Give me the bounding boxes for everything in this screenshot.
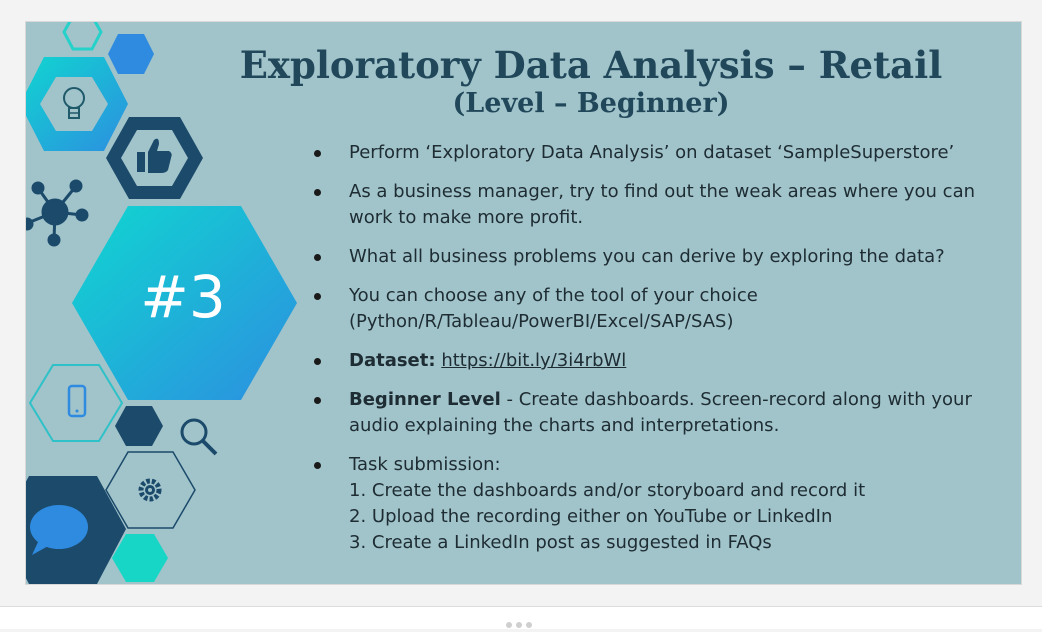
slide-navigation-bar xyxy=(0,606,1042,629)
hex-number: #3 xyxy=(140,263,226,331)
task-step: 1. Create the dashboards and/or storyboa… xyxy=(349,480,866,501)
chat-bubble-icon xyxy=(26,476,126,584)
teal-hexagon-bottom xyxy=(112,534,168,582)
bullet-text: You can choose any of the tool of your c… xyxy=(349,285,758,332)
task-submission-heading: Task submission: xyxy=(349,454,501,475)
magnifier-icon xyxy=(180,418,218,456)
task-step: 2. Upload the recording either on YouTub… xyxy=(349,506,833,527)
small-navy-hexagon xyxy=(115,406,163,446)
list-item: What all business problems you can deriv… xyxy=(314,244,1004,270)
bullet-text: Perform ‘Exploratory Data Analysis’ on d… xyxy=(349,142,955,163)
slide-title: Exploratory Data Analysis – Retail xyxy=(239,43,943,87)
more-options-icon[interactable] xyxy=(506,613,536,632)
task-step: 3. Create a LinkedIn post as suggested i… xyxy=(349,532,772,553)
bullet-text: As a business manager, try to find out t… xyxy=(349,181,976,228)
beginner-level-label: Beginner Level xyxy=(349,389,501,410)
list-item: Task submission: 1. Create the dashboard… xyxy=(314,452,1004,556)
list-item: Beginner Level - Create dashboards. Scre… xyxy=(314,387,1004,439)
gear-icon xyxy=(105,451,196,529)
smartphone-icon xyxy=(28,364,124,442)
list-item: Dataset: https://bit.ly/3i4rbWl xyxy=(314,348,1004,374)
dataset-label: Dataset: xyxy=(349,350,436,371)
dataset-link[interactable]: https://bit.ly/3i4rbWl xyxy=(441,350,626,371)
list-item: Perform ‘Exploratory Data Analysis’ on d… xyxy=(314,140,1004,166)
lightbulb-icon xyxy=(26,57,128,151)
bullet-list: Perform ‘Exploratory Data Analysis’ on d… xyxy=(314,140,1004,569)
slide-subtitle: (Level – Beginner) xyxy=(452,88,730,119)
list-item: You can choose any of the tool of your c… xyxy=(314,283,1004,335)
network-icon xyxy=(26,179,89,247)
blue-hexagon xyxy=(108,34,154,74)
slide: #3 Exploratory Data Analysis – Retail (L… xyxy=(26,22,1021,584)
thumbs-up-icon xyxy=(106,117,203,199)
list-item: As a business manager, try to find out t… xyxy=(314,179,1004,231)
small-hexagon-outline xyxy=(62,22,103,51)
bullet-text: What all business problems you can deriv… xyxy=(349,246,945,267)
